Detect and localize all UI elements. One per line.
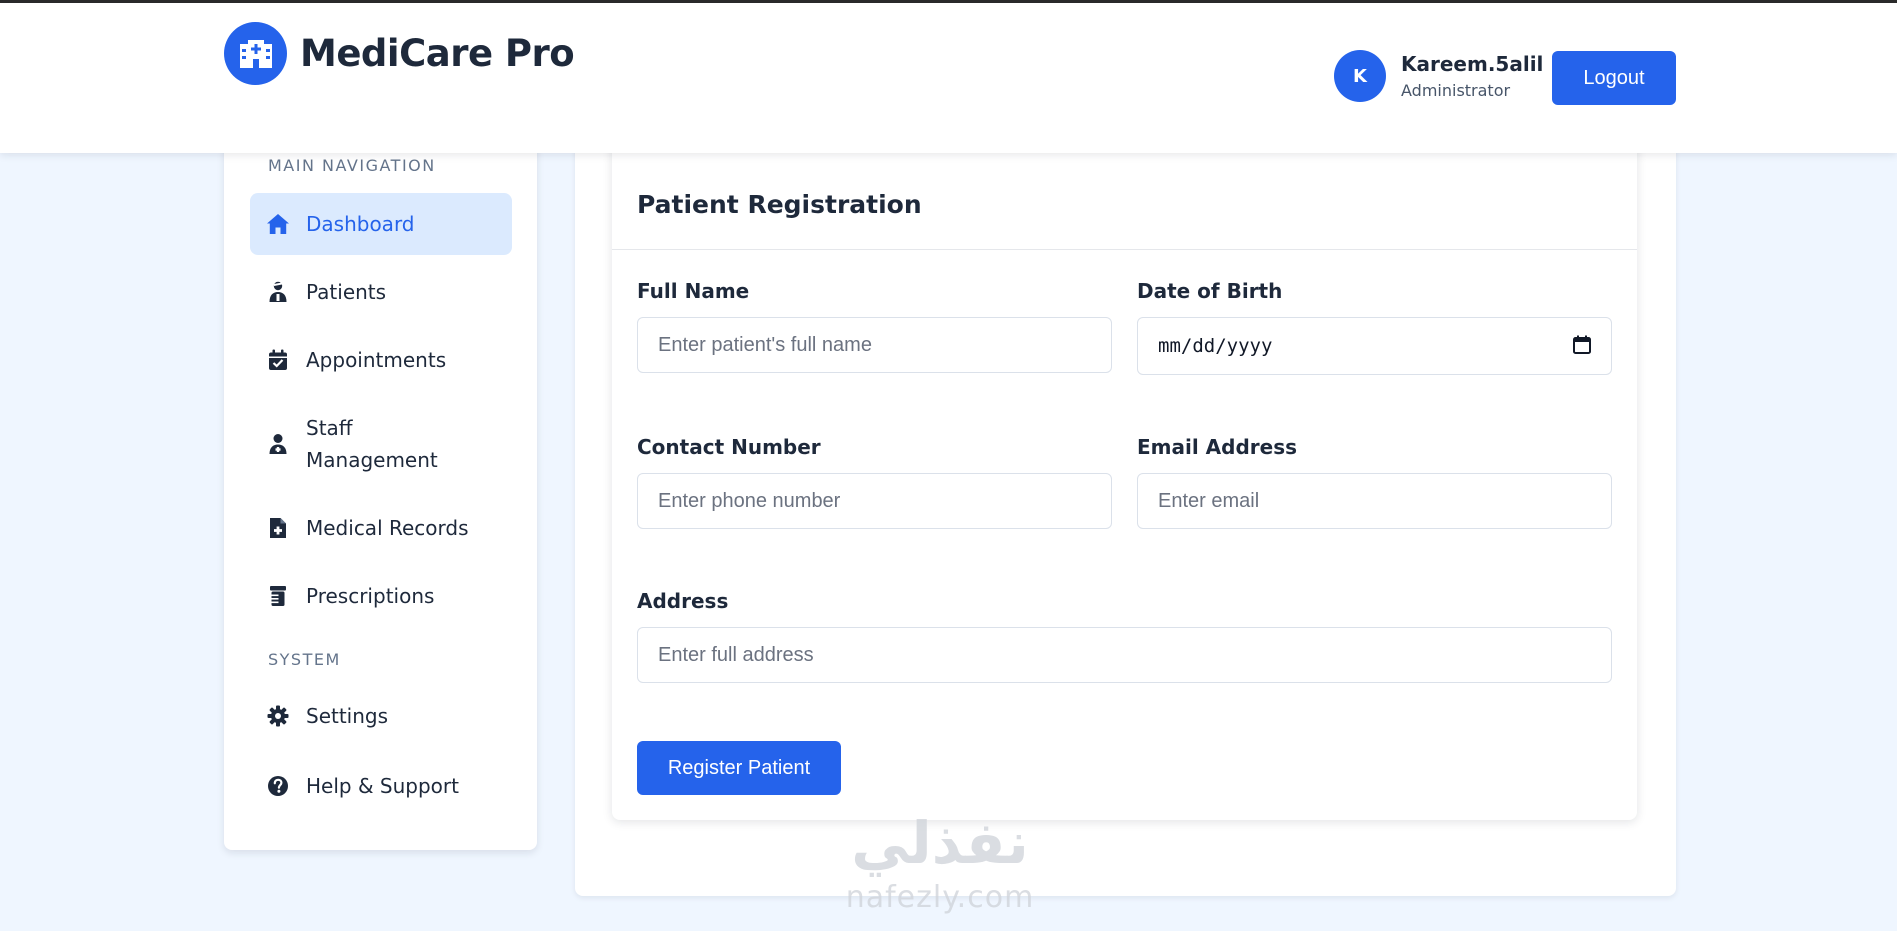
sidebar-item-label: Patients bbox=[306, 280, 387, 304]
sidebar-item-label: Prescriptions bbox=[306, 584, 435, 608]
contact-number-input[interactable] bbox=[637, 473, 1112, 529]
nav-section-main: MAIN NAVIGATION bbox=[268, 156, 436, 175]
logout-button[interactable]: Logout bbox=[1552, 51, 1676, 105]
watermark-arabic: نفذلي bbox=[851, 809, 1029, 877]
card-title: Patient Registration bbox=[637, 190, 922, 219]
contact-number-label: Contact Number bbox=[637, 435, 821, 459]
sidebar-item-prescriptions[interactable]: Prescriptions bbox=[250, 565, 512, 627]
user-name: Kareem.5alil bbox=[1401, 52, 1544, 76]
prescription-bottle-icon bbox=[266, 584, 290, 608]
calendar-icon[interactable] bbox=[1573, 335, 1591, 358]
file-medical-icon bbox=[266, 516, 290, 540]
sidebar-item-patients[interactable]: Patients bbox=[250, 261, 512, 323]
date-of-birth-label: Date of Birth bbox=[1137, 279, 1283, 303]
sidebar-item-staff-management[interactable]: Staff Management bbox=[250, 398, 512, 490]
patient-registration-card: Patient Registration Full Name Date of B… bbox=[612, 140, 1637, 820]
sidebar-item-medical-records[interactable]: Medical Records bbox=[250, 497, 512, 559]
app-header: MediCare Pro K Kareem.5alil Administrato… bbox=[0, 3, 1897, 153]
sidebar-item-settings[interactable]: Settings bbox=[250, 685, 512, 747]
hospital-icon bbox=[224, 22, 287, 85]
email-address-input[interactable] bbox=[1137, 473, 1612, 529]
date-placeholder: mm/dd/yyyy bbox=[1158, 335, 1273, 357]
address-label: Address bbox=[637, 589, 729, 613]
register-patient-button[interactable]: Register Patient bbox=[637, 741, 841, 795]
app-logo[interactable]: MediCare Pro bbox=[224, 22, 575, 85]
sidebar-item-label: Settings bbox=[306, 704, 389, 728]
sidebar-item-appointments[interactable]: Appointments bbox=[250, 329, 512, 391]
full-name-input[interactable] bbox=[637, 317, 1112, 373]
user-injured-icon bbox=[266, 280, 290, 304]
sidebar-item-help-support[interactable]: Help & Support bbox=[250, 755, 512, 817]
watermark-latin: nafezly.com bbox=[845, 880, 1035, 915]
full-name-label: Full Name bbox=[637, 279, 750, 303]
watermark: نفذلي nafezly.com bbox=[820, 808, 1060, 918]
sidebar-item-dashboard[interactable]: Dashboard bbox=[250, 193, 512, 255]
date-of-birth-input[interactable]: mm/dd/yyyy bbox=[1137, 317, 1612, 375]
sidebar: MAIN NAVIGATION Dashboard Patients Appoi… bbox=[224, 140, 537, 850]
user-info: Kareem.5alil Administrator bbox=[1401, 52, 1543, 100]
calendar-check-icon bbox=[266, 348, 290, 372]
sidebar-item-label: Help & Support bbox=[306, 774, 459, 798]
avatar: K bbox=[1334, 50, 1386, 102]
sidebar-item-label: Appointments bbox=[306, 348, 447, 372]
email-address-label: Email Address bbox=[1137, 435, 1298, 459]
card-divider bbox=[612, 249, 1637, 250]
gear-icon bbox=[266, 704, 290, 728]
sidebar-item-label: Dashboard bbox=[306, 212, 415, 236]
nav-section-system: SYSTEM bbox=[268, 650, 341, 669]
user-profile[interactable]: K Kareem.5alil Administrator bbox=[1334, 50, 1543, 102]
sidebar-item-label: Medical Records bbox=[306, 516, 469, 540]
home-icon bbox=[266, 212, 290, 236]
question-circle-icon bbox=[266, 774, 290, 798]
address-input[interactable] bbox=[637, 627, 1612, 683]
sidebar-item-label: Staff Management bbox=[306, 416, 438, 472]
app-name: MediCare Pro bbox=[300, 32, 575, 75]
user-doctor-icon bbox=[266, 432, 290, 456]
user-role: Administrator bbox=[1401, 81, 1511, 100]
